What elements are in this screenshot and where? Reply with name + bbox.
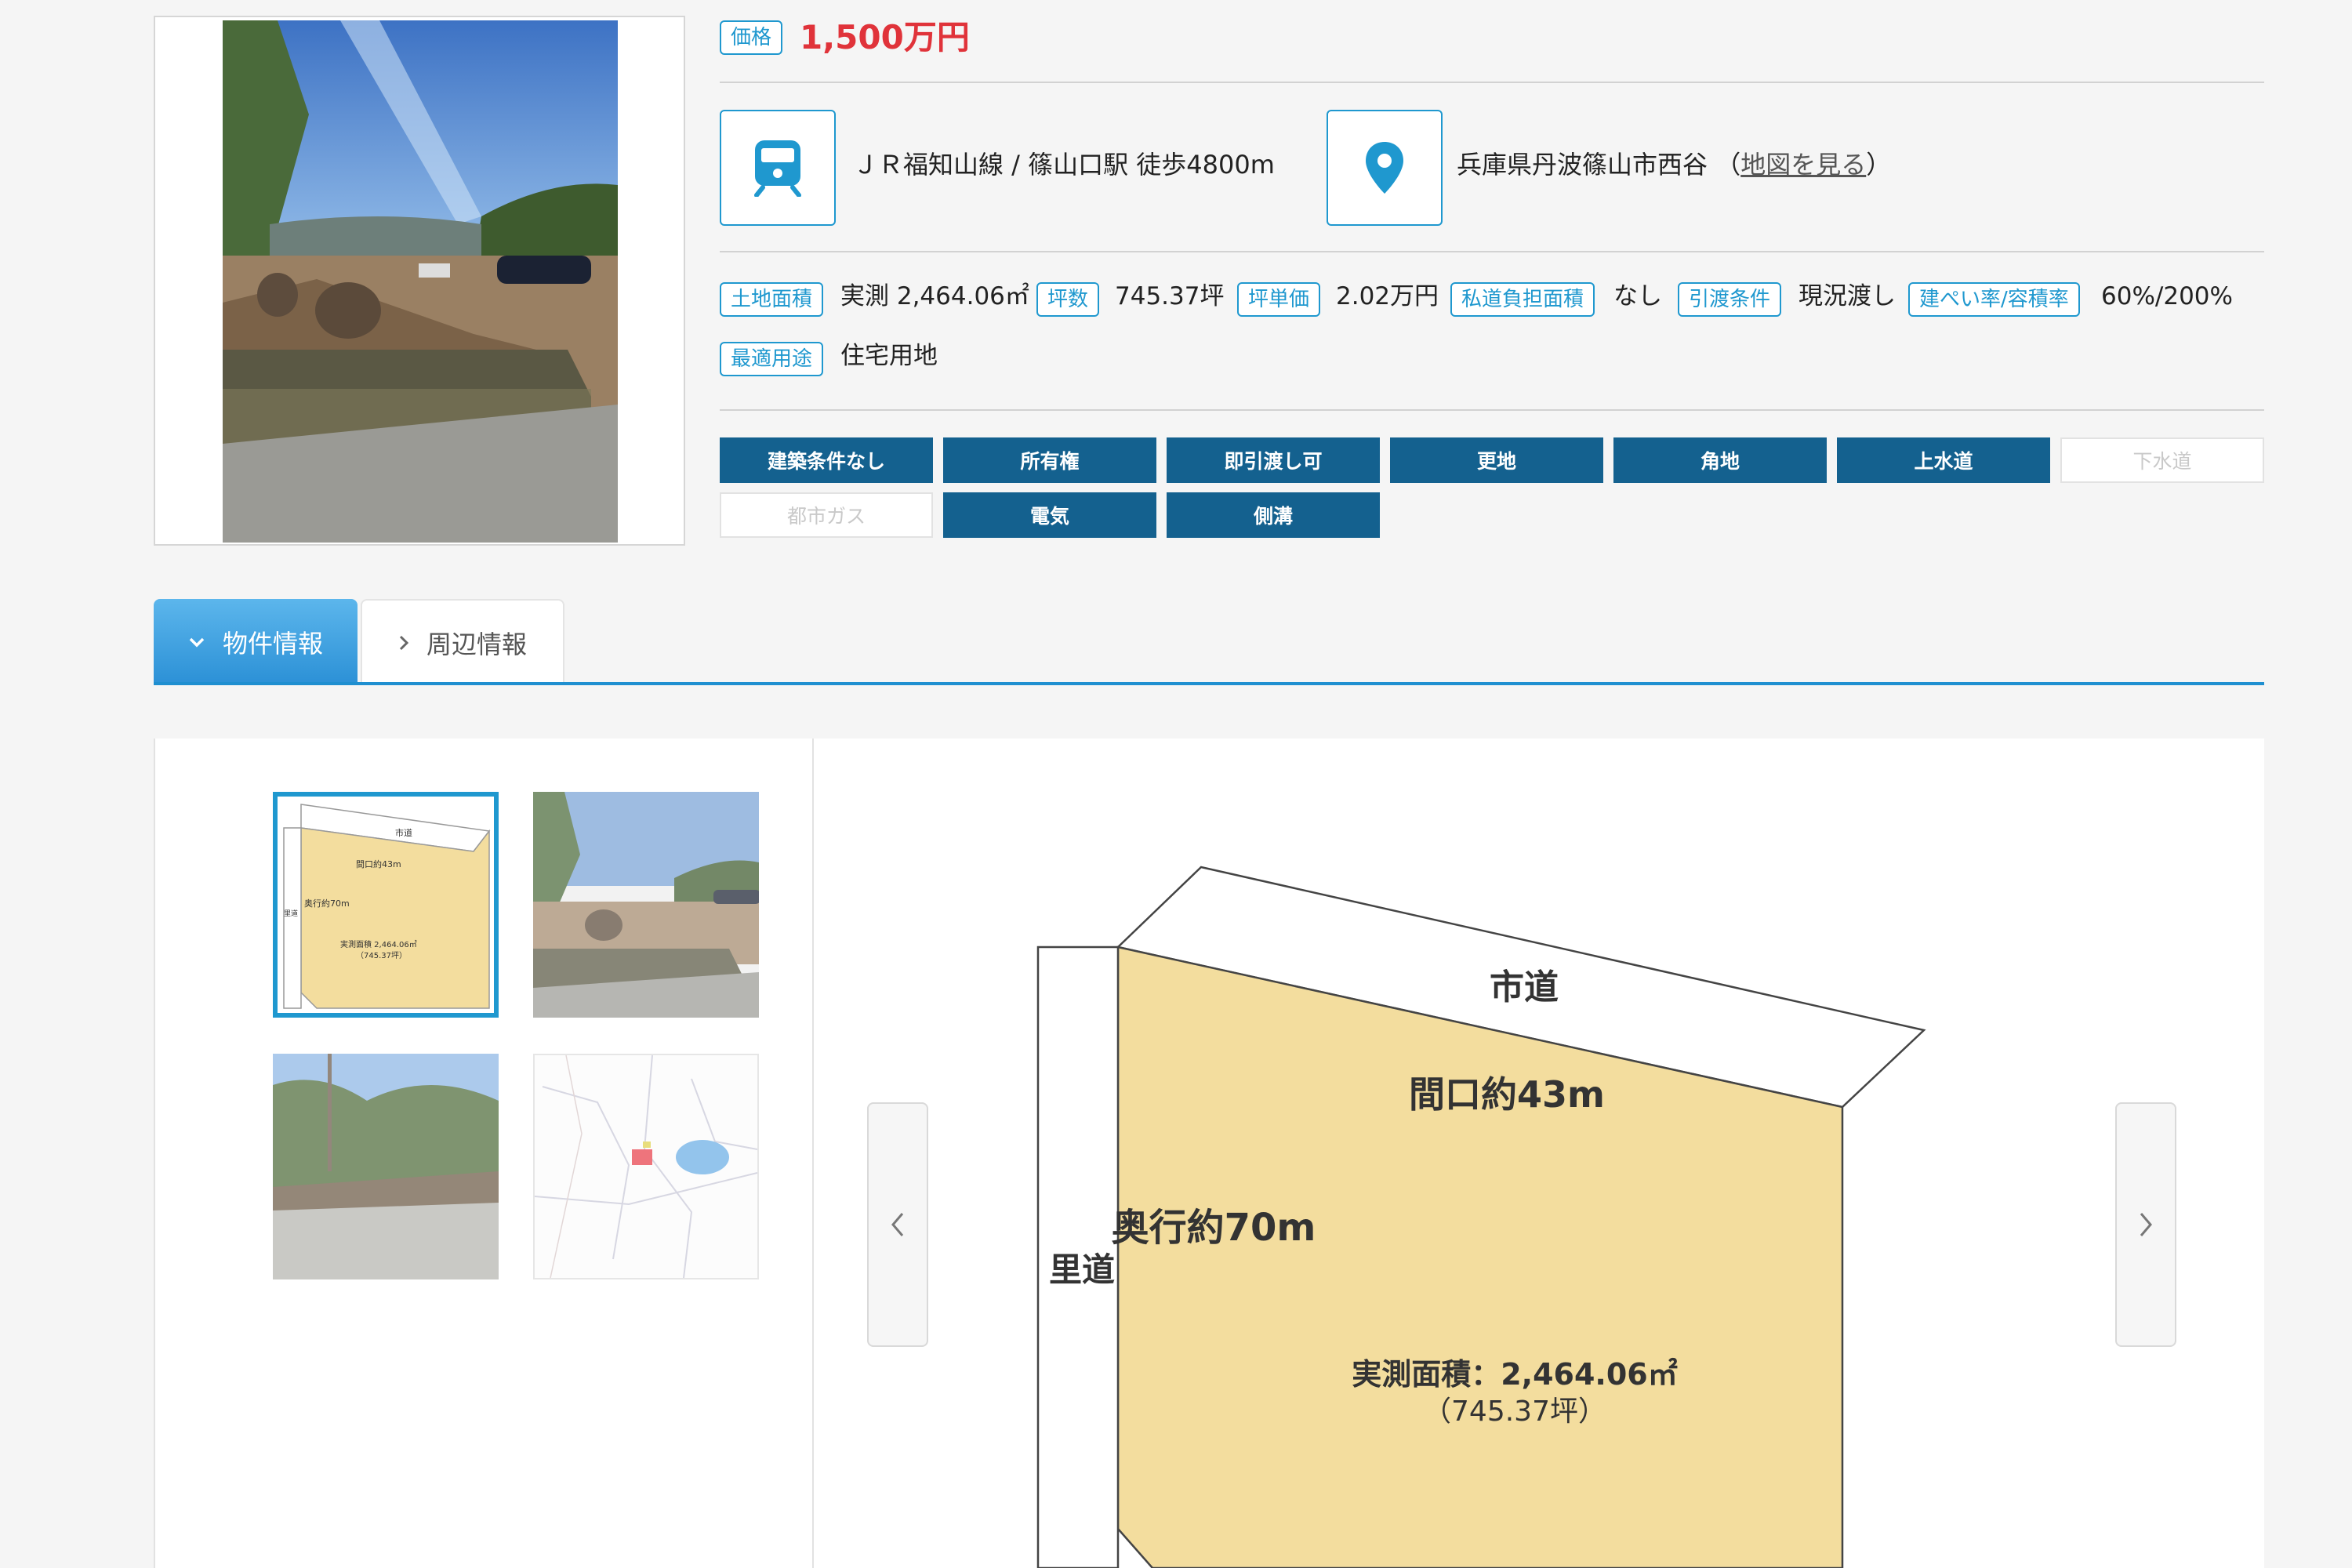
thumb-area: 実測面積 2,464.06㎡ — [340, 939, 417, 949]
spec-value-land-area: 実測 2,464.06㎡ — [840, 282, 1029, 310]
feature-tag-inactive: 下水道 — [2060, 437, 2264, 483]
plot-frontage: 間口約43m — [1409, 1073, 1605, 1116]
map-pin-icon — [1366, 142, 1403, 194]
divider — [720, 251, 2264, 252]
main-gallery-image: 市道 間口約43m 奥行約70m 里道 実測面積：2,464.06㎡ （745.… — [1019, 823, 1960, 1568]
chevron-right-icon — [399, 635, 409, 651]
spec-label-handover: 引渡条件 — [1678, 282, 1782, 317]
spec-label-land-area: 土地面積 — [720, 282, 824, 317]
road-photo-thumbnail — [273, 1054, 499, 1279]
plot-thumbnail-image: 市道 間口約43m 奥行約70m 里道 実測面積 2,464.06㎡ （745.… — [278, 797, 494, 1013]
feature-tag: 上水道 — [1837, 437, 2050, 483]
plot-area-tsubo: （745.37坪） — [1423, 1396, 1606, 1428]
spec-value-private-road: なし — [1613, 282, 1662, 310]
thumb-depth: 奥行約70m — [304, 898, 350, 909]
spec-label-best-use: 最適用途 — [720, 342, 824, 376]
feature-tag-inactive: 都市ガス — [720, 492, 933, 538]
feature-tag: 更地 — [1390, 437, 1603, 483]
address-text: 兵庫県丹波篠山市西谷 — [1457, 150, 1708, 180]
land-photo-thumbnail — [533, 792, 759, 1018]
address-icon-box — [1327, 110, 1443, 226]
chevron-left-icon — [891, 1213, 904, 1236]
tab-property-label: 物件情報 — [222, 629, 323, 659]
feature-tag: 電気 — [943, 492, 1156, 538]
plot-road-city: 市道 — [1490, 967, 1559, 1007]
map-link-open-bracket: （ — [1715, 150, 1741, 180]
price-label: 価格 — [720, 20, 783, 55]
spec-label-private-road: 私道負担面積 — [1450, 282, 1595, 317]
tab-property-info[interactable]: 物件情報 — [154, 599, 358, 685]
main-photo-frame — [154, 16, 685, 546]
thumb-road-village: 里道 — [284, 909, 298, 918]
chevron-right-icon — [2140, 1213, 2152, 1236]
chevron-down-icon — [189, 637, 205, 648]
map-link-close-bracket: ） — [1866, 150, 1892, 180]
panel-border — [154, 739, 155, 1568]
feature-tag: 建築条件なし — [720, 437, 933, 483]
thumbnail-road-photo[interactable] — [273, 1054, 499, 1279]
spec-value-handover: 現況渡し — [1798, 282, 1896, 310]
thumb-area-tsubo: （745.37坪） — [356, 950, 407, 960]
thumb-frontage: 間口約43m — [356, 858, 401, 869]
location-map-thumbnail — [535, 1055, 757, 1278]
spec-label-coverage-ratio: 建ぺい率/容積率 — [1908, 282, 2080, 317]
land-photo-image — [223, 20, 618, 543]
thumb-road-city: 市道 — [395, 827, 412, 838]
spec-value-coverage-ratio: 60%/200% — [2101, 282, 2233, 310]
feature-tag: 即引渡し可 — [1167, 437, 1380, 483]
spec-value-tsubo: 745.37坪 — [1115, 282, 1225, 310]
tab-underline — [154, 682, 2264, 685]
divider — [720, 82, 2264, 83]
tab-surroundings-label: 周辺情報 — [426, 630, 527, 659]
spec-label-tsubo: 坪数 — [1036, 282, 1100, 317]
plot-map-image: 市道 間口約43m 奥行約70m 里道 実測面積：2,464.06㎡ （745.… — [1036, 866, 1926, 1568]
main-photo[interactable] — [223, 20, 618, 543]
plot-area: 実測面積：2,464.06㎡ — [1352, 1357, 1678, 1392]
thumbnail-plot-map[interactable]: 市道 間口約43m 奥行約70m 里道 実測面積 2,464.06㎡ （745.… — [273, 792, 499, 1018]
plot-road-village: 里道 — [1049, 1250, 1115, 1289]
tab-surroundings-info[interactable]: 周辺情報 — [361, 599, 564, 685]
feature-tag: 側溝 — [1167, 492, 1380, 538]
gallery-next-button[interactable] — [2115, 1102, 2176, 1347]
feature-tag: 角地 — [1613, 437, 1827, 483]
thumbnail-land-photo[interactable] — [533, 792, 759, 1018]
spec-value-tsubo-price: 2.02万円 — [1336, 282, 1439, 310]
spec-label-tsubo-price: 坪単価 — [1237, 282, 1321, 317]
gallery-divider — [812, 739, 814, 1568]
spec-value-best-use: 住宅用地 — [840, 342, 938, 370]
train-icon — [754, 140, 801, 197]
price-value: 1,500万円 — [800, 18, 970, 56]
station-icon-box — [720, 110, 836, 226]
map-link[interactable]: 地図を見る — [1740, 150, 1866, 180]
plot-depth: 奥行約70m — [1112, 1206, 1316, 1250]
station-access: ＪＲ福知山線 / 篠山口駅 徒歩4800m — [853, 150, 1275, 180]
thumbnail-location-map[interactable] — [533, 1054, 759, 1279]
divider — [720, 409, 2264, 411]
gallery-prev-button[interactable] — [867, 1102, 928, 1347]
address: 兵庫県丹波篠山市西谷 （地図を見る） — [1457, 147, 1891, 182]
feature-tag: 所有権 — [943, 437, 1156, 483]
